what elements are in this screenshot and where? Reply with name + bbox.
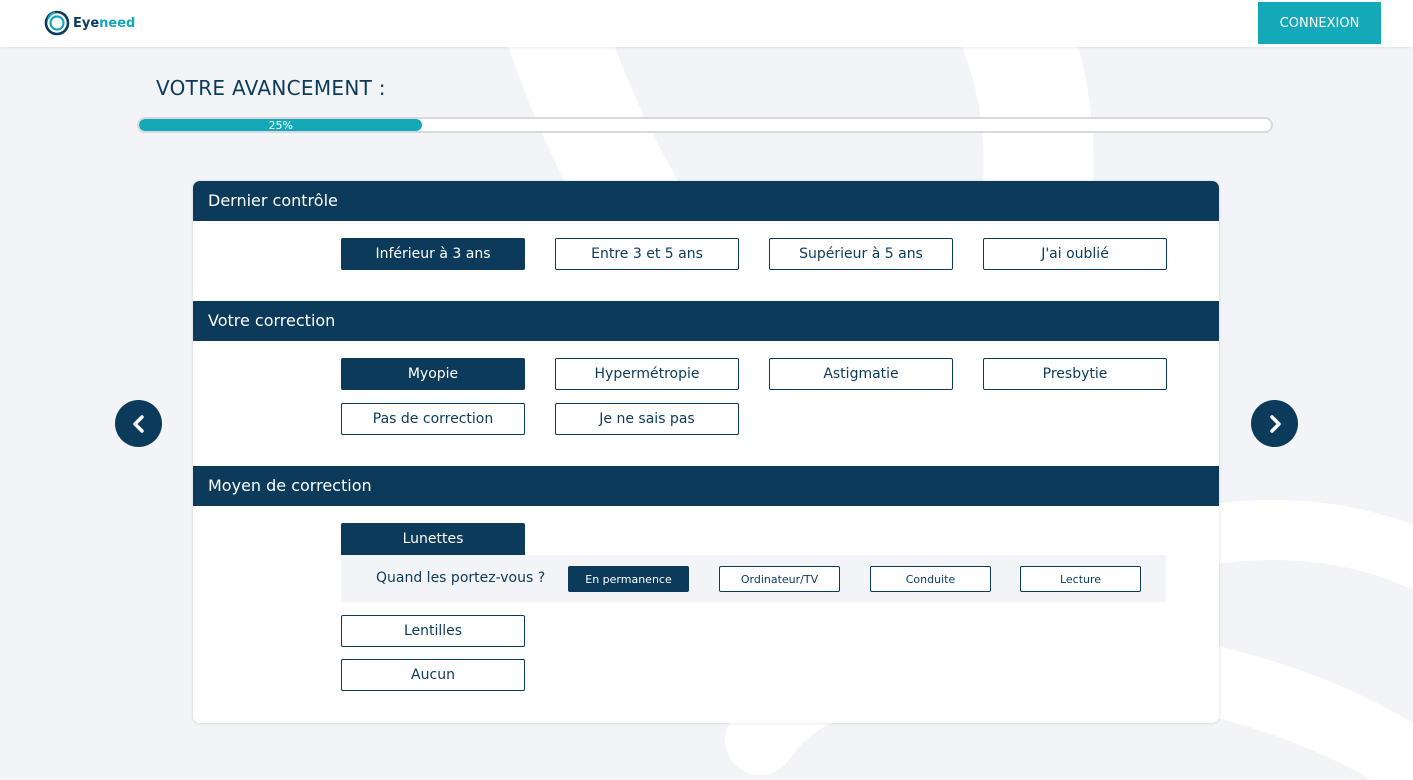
option-forgot[interactable]: J'ai oublié: [983, 238, 1167, 270]
previous-step-button[interactable]: [115, 400, 162, 447]
option-more-than-5-years[interactable]: Supérieur à 5 ans: [769, 238, 953, 270]
logo-text-suffix: need: [99, 15, 136, 31]
logo-eye-icon: [44, 10, 70, 36]
glasses-usage-panel: Quand les portez-vous ? En permanence Or…: [341, 555, 1166, 602]
option-3-to-5-years[interactable]: Entre 3 et 5 ans: [555, 238, 739, 270]
option-myopia[interactable]: Myopie: [341, 358, 525, 390]
option-driving[interactable]: Conduite: [870, 566, 991, 592]
option-permanent[interactable]: En permanence: [568, 566, 689, 592]
section-title-correction-means: Moyen de correction: [193, 466, 1219, 506]
option-glasses[interactable]: Lunettes: [341, 523, 525, 555]
chevron-right-icon: [1269, 414, 1281, 433]
option-no-correction[interactable]: Pas de correction: [341, 403, 525, 435]
option-less-than-3-years[interactable]: Inférieur à 3 ans: [341, 238, 525, 270]
progress-title: VOTRE AVANCEMENT :: [156, 76, 386, 100]
chevron-left-icon: [132, 414, 144, 433]
progress-percent-label: 25%: [268, 119, 293, 132]
option-reading[interactable]: Lecture: [1020, 566, 1141, 592]
eyeneed-logo[interactable]: Eyeneed: [44, 10, 135, 36]
next-step-button[interactable]: [1251, 400, 1298, 447]
glasses-usage-question: Quand les portez-vous ?: [376, 570, 546, 586]
option-dont-know[interactable]: Je ne sais pas: [555, 403, 739, 435]
option-astigmatism[interactable]: Astigmatie: [769, 358, 953, 390]
logo-text: Eyeneed: [73, 16, 135, 31]
option-computer-tv[interactable]: Ordinateur/TV: [719, 566, 840, 592]
option-hyperopia[interactable]: Hypermétropie: [555, 358, 739, 390]
option-presbyopia[interactable]: Presbytie: [983, 358, 1167, 390]
section-title-last-checkup: Dernier contrôle: [193, 181, 1219, 221]
questionnaire-card: Dernier contrôle Inférieur à 3 ans Entre…: [193, 181, 1219, 723]
login-button[interactable]: CONNEXION: [1258, 2, 1381, 44]
section-title-correction: Votre correction: [193, 301, 1219, 341]
option-none[interactable]: Aucun: [341, 659, 525, 691]
top-navbar: Eyeneed CONNEXION: [0, 0, 1413, 47]
progress-bar: 25%: [137, 117, 1273, 133]
logo-text-prefix: Eye: [73, 15, 100, 31]
option-contact-lenses[interactable]: Lentilles: [341, 615, 525, 647]
